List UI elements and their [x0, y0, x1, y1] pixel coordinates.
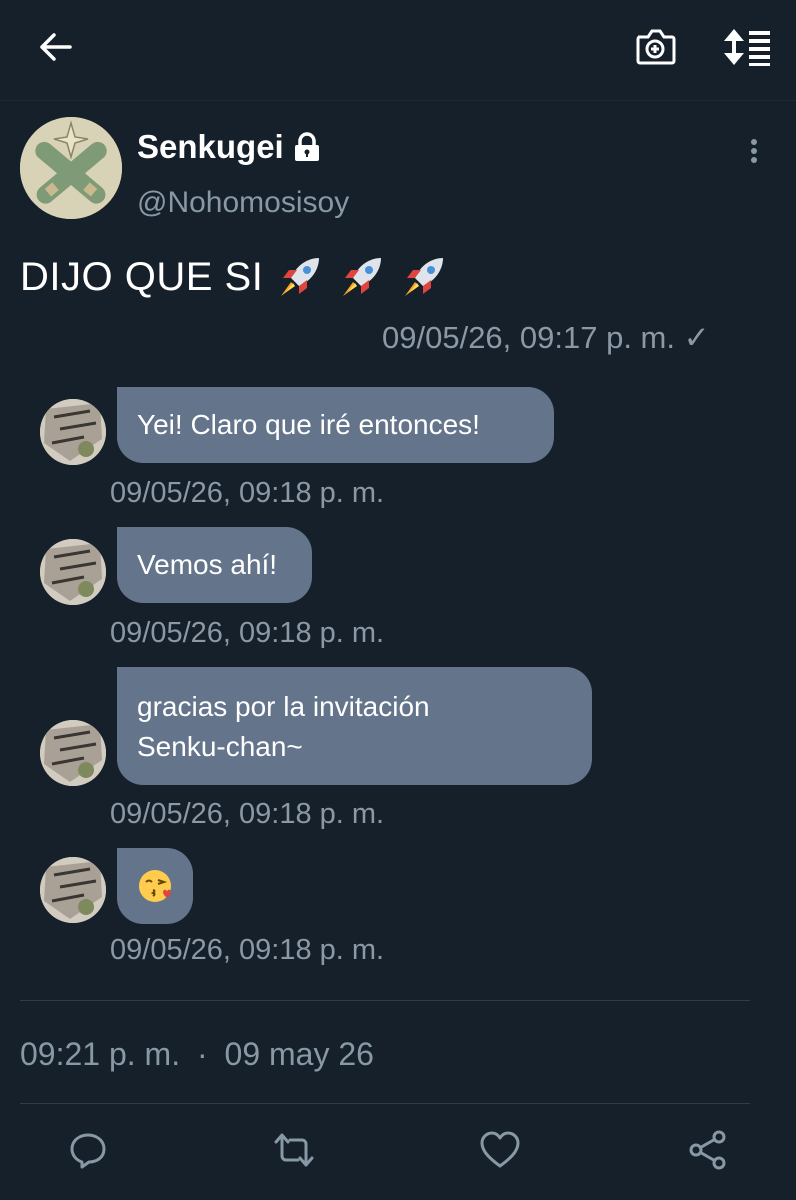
timestamp-separator: ·: [196, 1036, 208, 1072]
avatar-art: [20, 117, 122, 219]
camera-plus-icon: [636, 29, 676, 65]
partial-timestamp-text: 09/05/26, 09:17 p. m. ✓: [382, 320, 710, 355]
message-bubble: Yei! Claro que iré entonces!: [117, 387, 554, 463]
message-time: 09/05/26, 09:18 p. m.: [110, 477, 385, 509]
message-bubble: [117, 848, 193, 924]
retweet-button[interactable]: [272, 1128, 316, 1172]
tweet-text: DIJO QUE SI: [20, 252, 449, 302]
partial-timestamp: 09/05/26, 09:17 p. m. ✓: [382, 316, 742, 360]
share-button[interactable]: [686, 1128, 730, 1172]
reply-icon: [70, 1133, 106, 1169]
divider: [20, 1103, 750, 1104]
sort-button[interactable]: [718, 20, 776, 74]
chat-avatar: [40, 539, 106, 605]
tweet-time: 09:21 p. m.: [20, 1036, 181, 1072]
chat-avatar: [40, 399, 106, 465]
message-time: 09/05/26, 09:18 p. m.: [110, 617, 385, 649]
message-text: Vemos ahí!: [137, 549, 278, 580]
author-handle[interactable]: @Nohomosisoy: [137, 186, 349, 220]
like-button[interactable]: [478, 1128, 522, 1172]
sort-lines-icon: [724, 29, 770, 66]
display-name-text: Senkugei: [137, 128, 284, 165]
message-text: Yei! Claro que iré entonces!: [137, 409, 480, 440]
arrow-left-icon: [40, 33, 72, 61]
tweet-body: DIJO QUE SI: [20, 254, 264, 299]
topbar-divider: [0, 100, 796, 101]
retweet-icon: [274, 1133, 314, 1167]
message-bubble: gracias por la invitación Senku-chan~: [117, 667, 592, 785]
share-icon: [689, 1130, 726, 1170]
like-icon: [480, 1131, 520, 1168]
divider: [20, 1000, 750, 1001]
rocket-emoji: [275, 252, 325, 302]
tweet-date: 09 may 26: [224, 1036, 374, 1072]
chat-avatar: [40, 857, 106, 923]
rocket-emoji: [399, 252, 449, 302]
author-name[interactable]: Senkugei: [137, 128, 322, 166]
more-vertical-icon: [751, 139, 757, 163]
top-bar: [0, 0, 796, 101]
rocket-emoji: [337, 252, 387, 302]
message-text-line: gracias por la invitación: [137, 691, 430, 722]
author-avatar[interactable]: [20, 117, 122, 219]
tweet-timestamp: 09:21 p. m. · 09 may 26: [20, 1036, 374, 1073]
chat-avatar: [40, 720, 106, 786]
message-time: 09/05/26, 09:18 p. m.: [110, 798, 385, 830]
message-text-line: Senku-chan~: [137, 731, 303, 762]
camera-button[interactable]: [630, 22, 680, 72]
more-options-button[interactable]: [740, 136, 768, 166]
tweet-detail-screen: Senkugei @Nohomosisoy DIJO QUE SI 09/05/…: [0, 0, 796, 1200]
message-bubble: Vemos ahí!: [117, 527, 312, 603]
lock-icon: [294, 132, 319, 161]
reply-button[interactable]: [66, 1128, 110, 1172]
kissing-face-emoji: [139, 870, 171, 902]
message-time: 09/05/26, 09:18 p. m.: [110, 934, 385, 966]
back-button[interactable]: [28, 22, 82, 72]
action-bar: [0, 1110, 796, 1190]
